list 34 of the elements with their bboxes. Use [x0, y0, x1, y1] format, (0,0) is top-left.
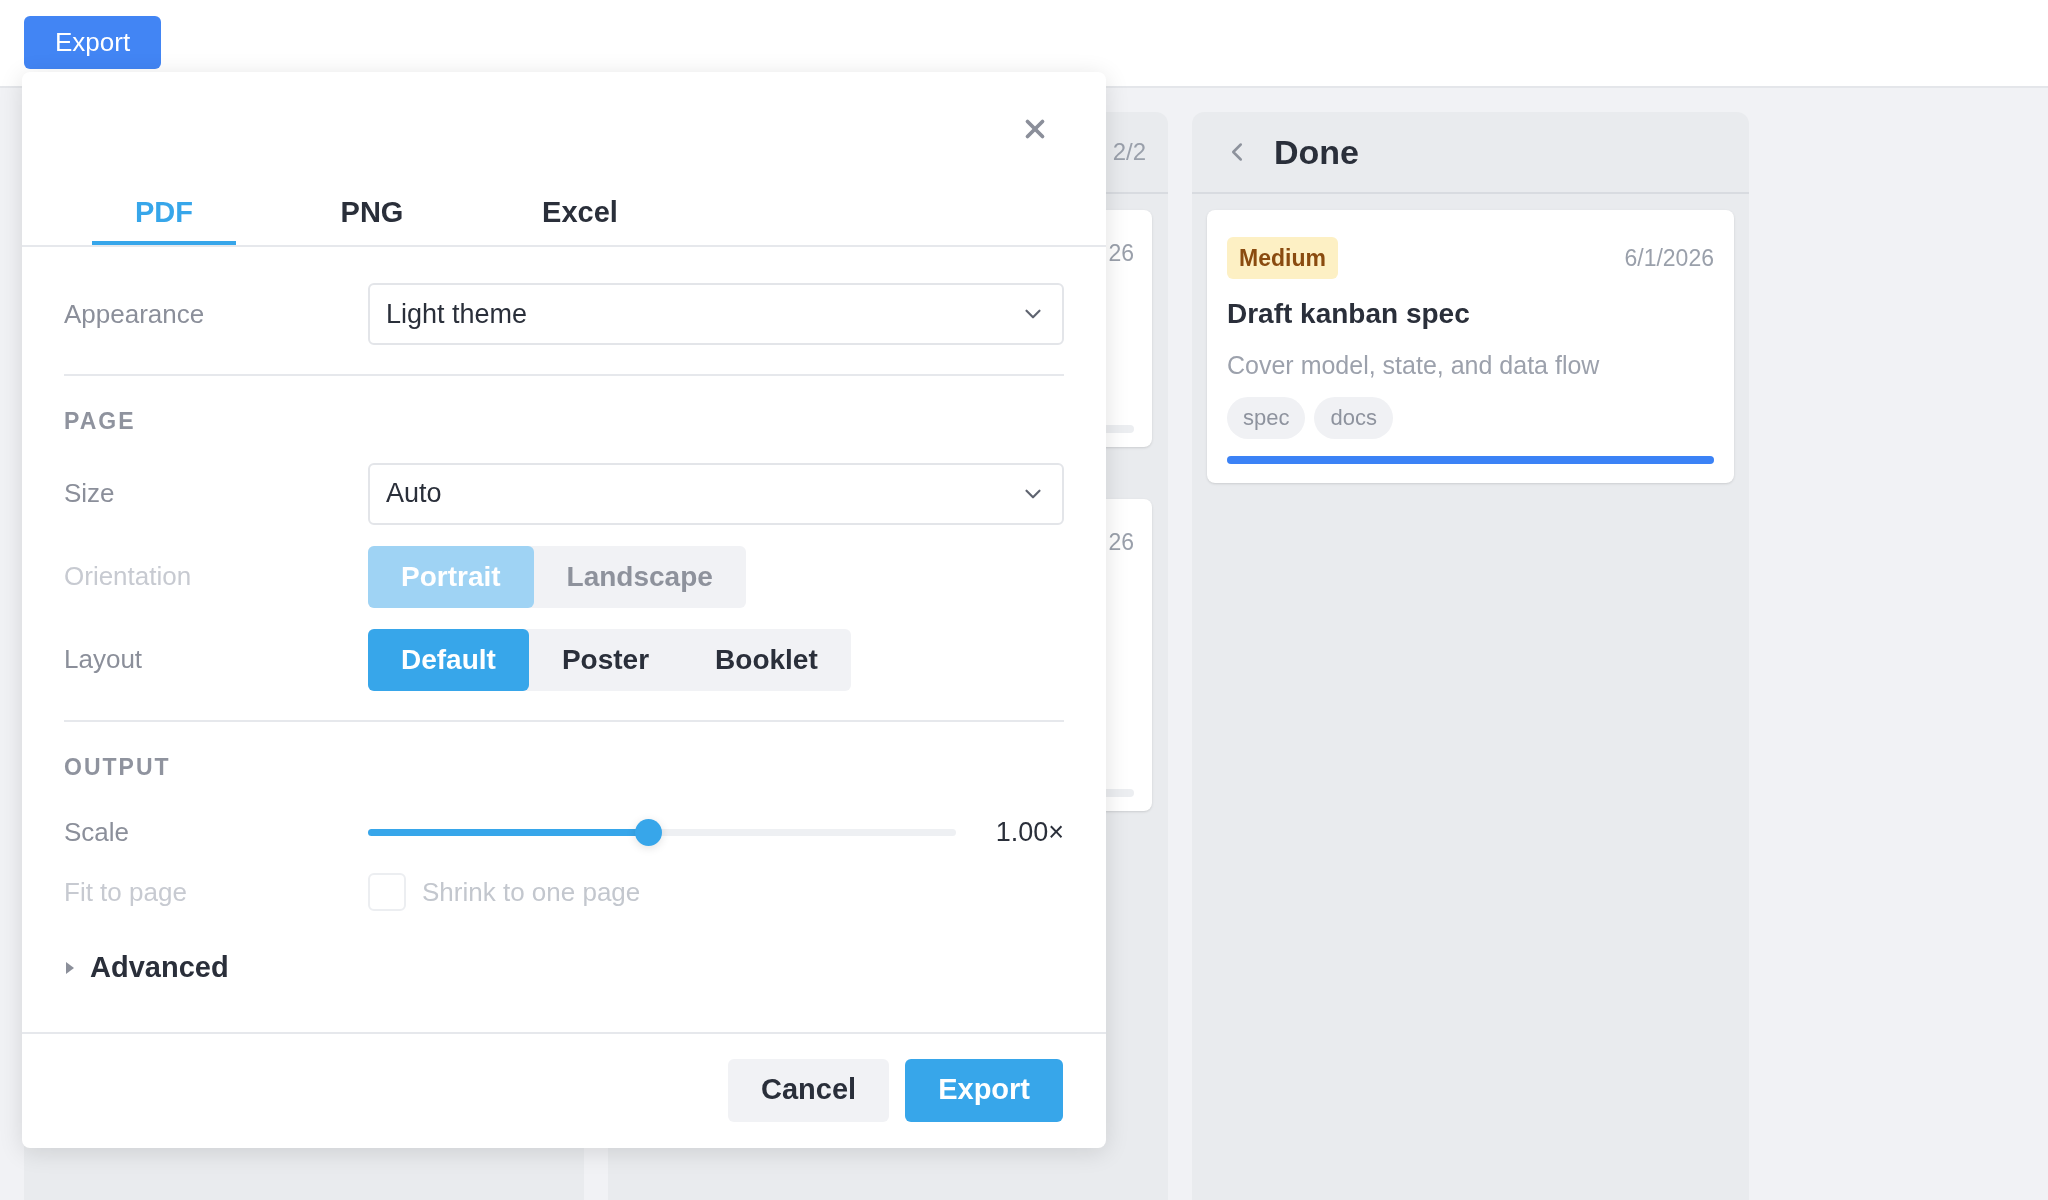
- select-field[interactable]: Auto: [368, 462, 1064, 525]
- cancel-button[interactable]: Cancel: [728, 1058, 890, 1122]
- card-description: Cover model, state, and data flow: [1227, 350, 1601, 381]
- select-field[interactable]: Light theme: [368, 283, 1064, 345]
- column-title: Done: [1274, 131, 1359, 173]
- card-date: 26: [1108, 528, 1134, 557]
- section-heading: PAGE: [64, 407, 137, 436]
- format-tab[interactable]: Excel: [508, 185, 652, 245]
- slider-reading: 1.00×: [995, 815, 1064, 849]
- select-value: Light theme: [386, 297, 528, 331]
- section-heading: OUTPUT: [64, 752, 172, 782]
- slider-thumb[interactable]: [634, 818, 662, 846]
- segment-option[interactable]: Booklet: [682, 628, 851, 691]
- card-date: 6/1/2026: [1624, 243, 1714, 273]
- field-label: Layout: [64, 643, 144, 676]
- field-label: Size: [64, 477, 116, 510]
- segment-option[interactable]: Poster: [528, 628, 683, 691]
- caret-icon: [64, 959, 76, 976]
- select-value: Auto: [386, 477, 442, 511]
- field-label: Scale: [64, 815, 131, 849]
- checkbox-label: Shrink to one page: [422, 875, 641, 909]
- field-label: Fit to page: [64, 875, 188, 909]
- priority-badge: Medium: [1227, 237, 1338, 279]
- field-label: Appearance: [64, 297, 206, 331]
- field-label: Orientation: [64, 560, 193, 593]
- card-title: Draft kanban spec: [1227, 297, 1471, 331]
- tag-pill: docs: [1314, 396, 1393, 439]
- export-button[interactable]: Export: [24, 16, 162, 69]
- format-tab[interactable]: PNG: [300, 185, 444, 245]
- tag-pill: spec: [1227, 396, 1306, 439]
- task-card[interactable]: Medium 6/1/2026 Draft kanban spec Cover model, state, and data flow spec docs: [1207, 210, 1734, 483]
- column-counter: 2/2: [1112, 137, 1146, 167]
- advanced-toggle[interactable]: Advanced: [64, 946, 229, 990]
- card-date: 26: [1108, 239, 1134, 268]
